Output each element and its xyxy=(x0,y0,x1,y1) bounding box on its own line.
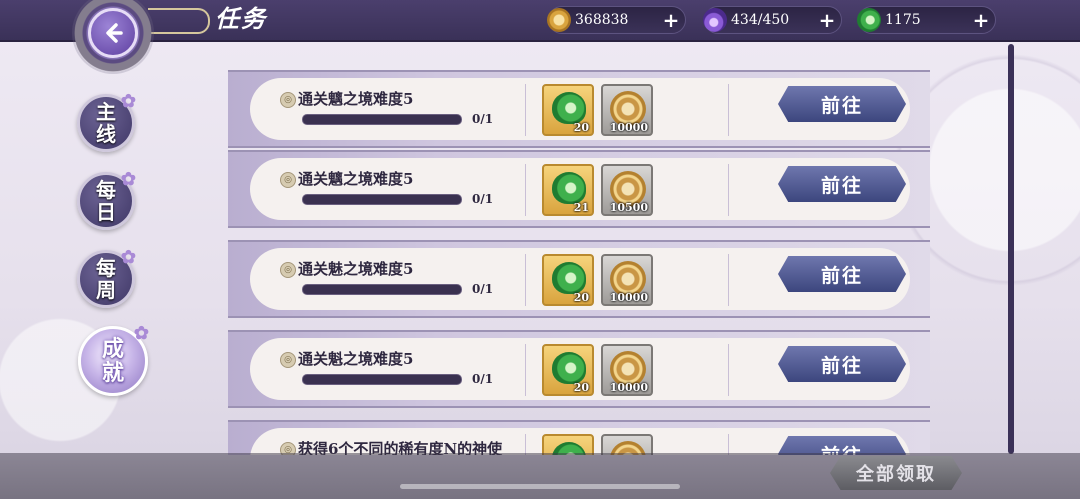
divider xyxy=(728,164,729,216)
spirit-flame-icon xyxy=(703,8,727,32)
reward-jade[interactable]: 20 xyxy=(542,84,594,136)
tab-weekly[interactable]: 每周 ✿ xyxy=(77,247,136,308)
task-progress-text: 0/1 xyxy=(472,372,494,386)
tab-main-quest-label: 主线 xyxy=(96,100,116,146)
back-arrow-icon xyxy=(106,23,123,43)
reward-coin[interactable] xyxy=(601,434,653,455)
go-button[interactable]: 前往 xyxy=(778,346,906,382)
reward-qty: 21 xyxy=(573,201,589,214)
task-card: ◎ 通关魑之境难度5 0/1 21 10500 前往 xyxy=(250,158,910,220)
top-bar: 任务 368838 + 434/450 + 1175 + xyxy=(0,0,1080,42)
task-progress-text: 0/1 xyxy=(472,192,494,206)
tab-achievement-label: 成就 xyxy=(101,336,124,386)
flower-icon: ✿ xyxy=(120,247,136,268)
divider xyxy=(525,164,526,216)
divider xyxy=(728,434,729,455)
task-row: ◎ 通关魑之境难度5 0/1 20 10000 前往 xyxy=(228,70,930,148)
task-type-icon: ◎ xyxy=(280,172,296,188)
jade-count: 1175 xyxy=(885,12,921,28)
title-decoration xyxy=(148,8,210,34)
tab-weekly-label: 每周 xyxy=(96,256,116,302)
reward-jade[interactable]: 21 xyxy=(542,164,594,216)
task-progress-bar xyxy=(302,114,462,125)
divider xyxy=(525,434,526,455)
go-button[interactable]: 前往 xyxy=(778,166,906,202)
divider xyxy=(525,344,526,396)
task-name: 通关魑之境难度5 xyxy=(298,170,414,188)
jade-icon xyxy=(857,8,881,32)
task-card: ◎ 通关魁之境难度5 0/1 20 10000 前往 xyxy=(250,338,910,400)
jade-icon xyxy=(552,262,586,294)
add-stamina-button[interactable]: + xyxy=(816,8,838,32)
jade-icon xyxy=(552,352,586,384)
reward-jade[interactable] xyxy=(542,434,594,455)
task-type-icon: ◎ xyxy=(280,262,296,278)
task-name: 通关魅之境难度5 xyxy=(298,260,414,278)
divider xyxy=(728,344,729,396)
reward-qty: 20 xyxy=(573,381,589,394)
go-button[interactable]: 前往 xyxy=(778,256,906,292)
task-card: ◎ 通关魅之境难度5 0/1 20 10000 前往 xyxy=(250,248,910,310)
reward-coin[interactable]: 10000 xyxy=(601,254,653,306)
flower-icon: ✿ xyxy=(133,323,149,344)
task-card: ◎ 通关魑之境难度5 0/1 20 10000 前往 xyxy=(250,78,910,140)
divider xyxy=(728,84,729,136)
task-name: 通关魑之境难度5 xyxy=(298,90,414,108)
reward-coin[interactable]: 10000 xyxy=(601,84,653,136)
scrollbar[interactable] xyxy=(1008,44,1014,454)
task-progress-text: 0/1 xyxy=(472,282,494,296)
tab-achievement[interactable]: 成就 ✿ xyxy=(78,323,149,396)
add-coin-button[interactable]: + xyxy=(660,8,682,32)
tab-main-quest[interactable]: 主线 ✿ xyxy=(77,91,136,152)
go-button[interactable]: 前往 xyxy=(778,86,906,122)
reward-coin[interactable]: 10000 xyxy=(601,344,653,396)
stamina-count: 434/450 xyxy=(731,12,790,28)
task-progress-bar xyxy=(302,284,462,295)
task-row: ◎ 通关魅之境难度5 0/1 20 10000 前往 xyxy=(228,240,930,318)
reward-qty: 20 xyxy=(573,291,589,304)
divider xyxy=(525,254,526,306)
reward-qty: 20 xyxy=(573,121,589,134)
reward-coin[interactable]: 10500 xyxy=(601,164,653,216)
back-button[interactable] xyxy=(88,8,138,58)
task-type-icon: ◎ xyxy=(280,352,296,368)
add-jade-button[interactable]: + xyxy=(970,8,992,32)
task-type-icon: ◎ xyxy=(280,92,296,108)
divider xyxy=(728,254,729,306)
reward-qty: 10000 xyxy=(609,381,648,394)
jade-icon xyxy=(552,172,586,204)
task-list[interactable]: ◎ 通关魑之境难度5 0/1 20 10000 前往 ◎ 通关魑之境难度5 0/… xyxy=(228,70,930,455)
page-title: 任务 xyxy=(215,4,267,33)
coin-icon xyxy=(547,8,571,32)
task-progress-bar xyxy=(302,374,462,385)
jade-resource: 1175 + xyxy=(857,6,996,34)
flower-icon: ✿ xyxy=(120,169,136,190)
task-progress-text: 0/1 xyxy=(472,112,494,126)
stamina-resource: 434/450 + xyxy=(703,6,842,34)
coin-count: 368838 xyxy=(575,12,629,28)
flower-icon: ✿ xyxy=(120,91,136,112)
reward-qty: 10000 xyxy=(609,291,648,304)
divider xyxy=(525,84,526,136)
task-row: ◎ 通关魁之境难度5 0/1 20 10000 前往 xyxy=(228,330,930,408)
task-row: ◎ 获得6个不同的稀有度N的神使 前往 xyxy=(228,420,930,455)
tab-daily-label: 每日 xyxy=(96,178,116,224)
reward-jade[interactable]: 20 xyxy=(542,254,594,306)
reward-jade[interactable]: 20 xyxy=(542,344,594,396)
claim-all-button[interactable]: 全部领取 xyxy=(830,456,962,490)
task-name: 通关魁之境难度5 xyxy=(298,350,414,368)
coin-resource: 368838 + xyxy=(547,6,686,34)
tab-daily[interactable]: 每日 ✿ xyxy=(77,169,136,230)
reward-qty: 10500 xyxy=(609,201,648,214)
jade-icon xyxy=(552,92,586,124)
reward-qty: 10000 xyxy=(609,121,648,134)
task-card: ◎ 获得6个不同的稀有度N的神使 前往 xyxy=(250,428,910,455)
home-indicator[interactable] xyxy=(400,484,680,489)
task-row: ◎ 通关魑之境难度5 0/1 21 10500 前往 xyxy=(228,150,930,228)
task-progress-bar xyxy=(302,194,462,205)
